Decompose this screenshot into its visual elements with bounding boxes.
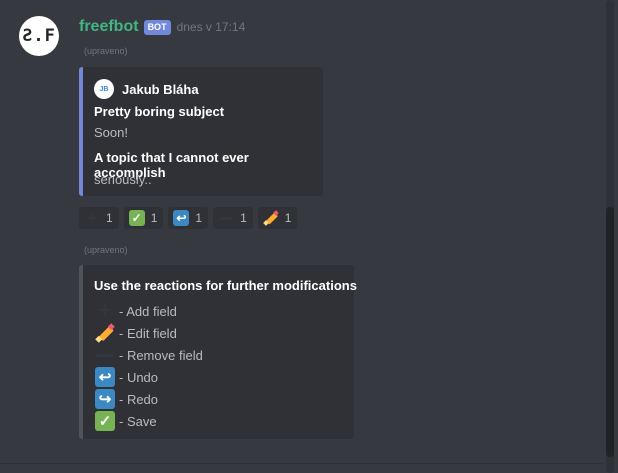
legend-item: - Edit field (94, 322, 203, 344)
reaction-count: 1 (106, 211, 113, 225)
legend-text: - Remove field (119, 347, 203, 363)
pencil-icon (94, 322, 116, 344)
field-value: Soon! (94, 125, 128, 140)
legend-text: - Undo (119, 369, 159, 385)
undo-arrow-icon: ↩ (173, 210, 190, 226)
legend-list: + - Add field - Edit field - Remove fiel… (94, 297, 203, 432)
pencil-icon (262, 210, 279, 226)
redo-arrow-icon: ↪ (94, 388, 116, 410)
legend-text: - Add field (119, 303, 177, 319)
reactions-bar: + 1 ✓ 1 ↩ 1 1 1 (79, 207, 302, 229)
reaction-edit[interactable]: 1 (257, 207, 298, 229)
instructions-embed: Use the reactions for further modificati… (79, 265, 357, 439)
reaction-count: 1 (284, 211, 292, 225)
field-value: seriously.. (94, 172, 152, 187)
legend-text: - Redo (119, 391, 159, 407)
legend-item: + - Add field (94, 297, 203, 324)
username[interactable]: freefbot (79, 18, 139, 36)
legend-text: - Edit field (119, 325, 177, 341)
field-name: Pretty boring subject (94, 104, 225, 119)
check-mark-icon: ✓ (94, 410, 116, 432)
legend-item: - Remove field (94, 344, 203, 366)
embed-title: Use the reactions for further modificati… (94, 278, 357, 293)
reaction-undo[interactable]: ↩ 1 (168, 207, 209, 229)
legend-text: - Save (119, 413, 157, 429)
legend-item: ✓ - Save (94, 410, 203, 432)
bot-tag: BOT (143, 19, 171, 35)
reaction-remove[interactable]: 1 (213, 207, 253, 229)
scrollbar-thumb[interactable] (606, 207, 614, 457)
reaction-count: 1 (240, 211, 247, 225)
heavy-minus-icon (218, 210, 234, 226)
undo-arrow-icon: ↩ (94, 366, 116, 388)
reaction-count: 1 (150, 211, 158, 225)
bot-avatar[interactable]: Ƨ.F (19, 16, 59, 56)
heavy-plus-icon: + (97, 297, 112, 324)
message-divider (0, 463, 603, 464)
check-mark-icon: ✓ (128, 210, 145, 226)
reaction-count: 1 (195, 211, 203, 225)
author-avatar-icon: JB (94, 79, 114, 99)
embed-card: JB Jakub Bláha Pretty boring subject Soo… (79, 67, 323, 196)
edited-label: (upraveno) (84, 46, 128, 56)
message-header: freefbot BOT dnes v 17:14 (79, 18, 245, 36)
reaction-add[interactable]: + 1 (79, 207, 119, 229)
reaction-save[interactable]: ✓ 1 (123, 207, 164, 229)
heavy-plus-icon: + (86, 208, 98, 228)
author-name[interactable]: Jakub Bláha (122, 82, 199, 97)
legend-item: ↩ - Undo (94, 366, 203, 388)
edited-label: (upraveno) (84, 245, 128, 255)
heavy-minus-icon (94, 344, 116, 366)
embed-author: JB Jakub Bláha (94, 79, 199, 99)
timestamp: dnes v 17:14 (176, 20, 246, 34)
legend-item: ↪ - Redo (94, 388, 203, 410)
